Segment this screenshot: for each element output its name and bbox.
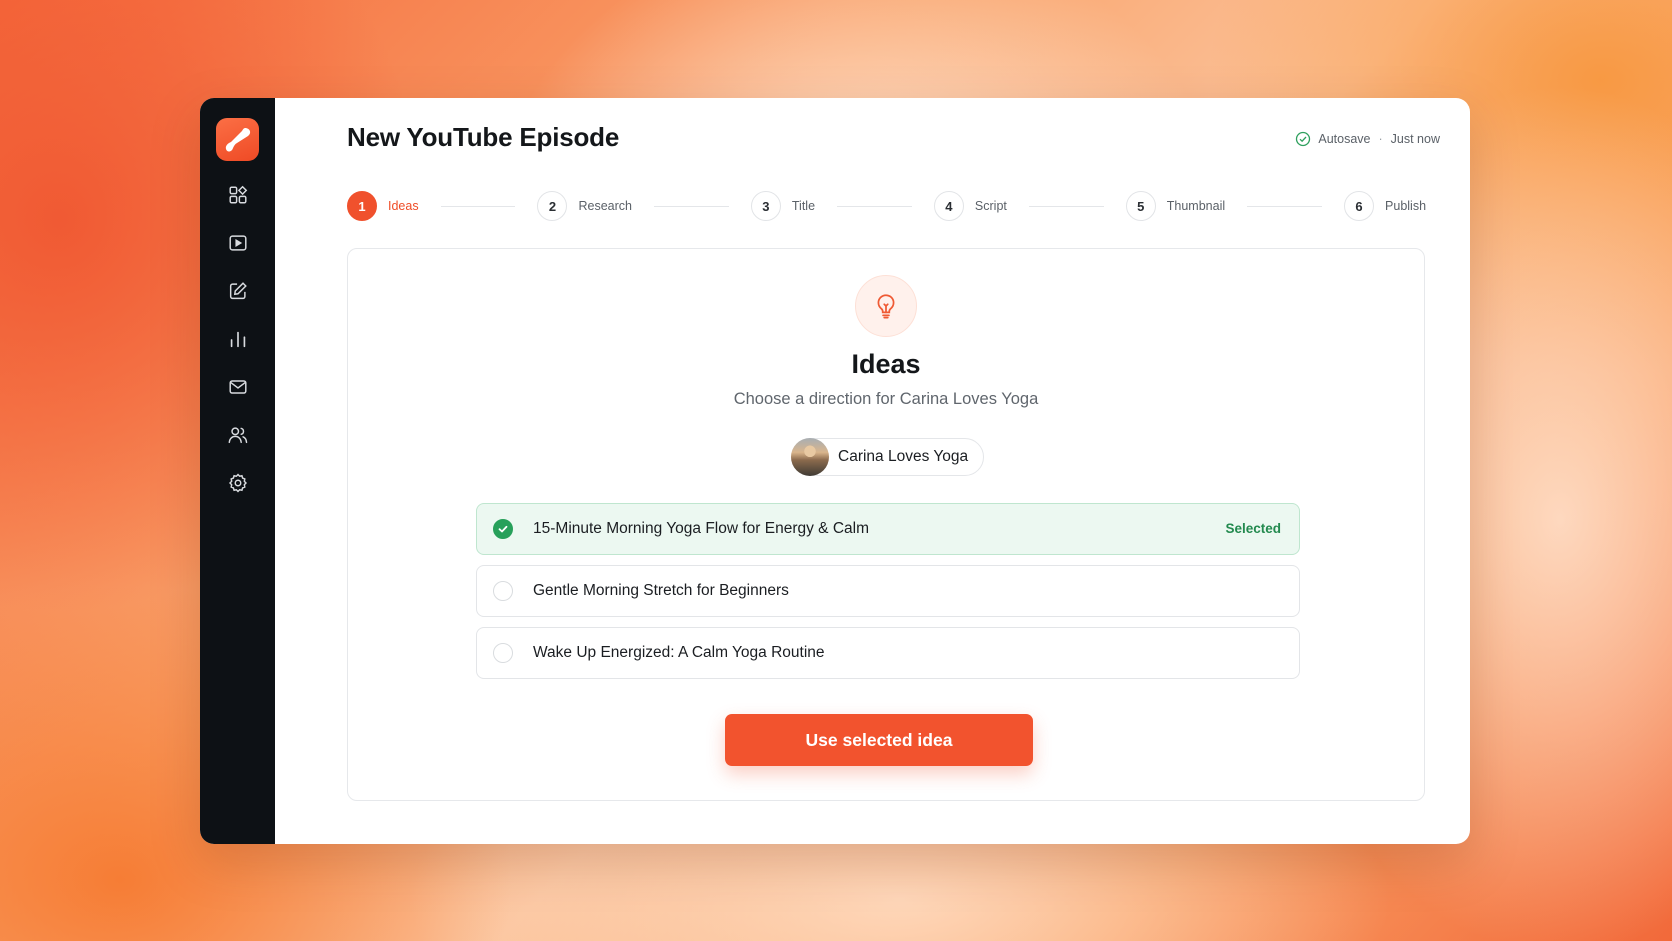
users-icon[interactable] — [223, 421, 253, 449]
step-number: 5 — [1125, 191, 1156, 221]
step-title[interactable]: 3 Title — [750, 191, 816, 221]
step-connector — [653, 205, 729, 207]
check-circle-icon — [1296, 131, 1311, 147]
checkmark-icon — [498, 525, 508, 533]
video-icon[interactable] — [223, 229, 253, 257]
step-number: 3 — [750, 191, 781, 221]
lightbulb-icon — [855, 275, 917, 337]
selected-badge: Selected — [1225, 521, 1281, 536]
idea-option[interactable]: Wake Up Energized: A Calm Yoga Routine — [476, 627, 1300, 679]
step-publish[interactable]: 6 Publish — [1344, 191, 1426, 221]
step-number: 6 — [1344, 191, 1375, 221]
avatar — [791, 438, 829, 476]
page-title: New YouTube Episode — [347, 122, 620, 152]
app-window: New YouTube Episode Autosave · Just now … — [200, 98, 1470, 844]
brand-logo-icon[interactable] — [216, 118, 259, 161]
idea-option[interactable]: 15-Minute Morning Yoga Flow for Energy &… — [476, 503, 1300, 555]
step-label: Ideas — [388, 199, 419, 213]
step-label: Publish — [1385, 199, 1427, 213]
step-connector — [1247, 205, 1323, 207]
step-number: 1 — [347, 191, 377, 221]
step-ideas[interactable]: 1 Ideas — [347, 191, 419, 221]
autosave-label: Autosave — [1318, 132, 1371, 146]
idea-list: 15-Minute Morning Yoga Flow for Energy &… — [476, 503, 1300, 689]
edit-icon[interactable] — [223, 277, 253, 305]
step-research[interactable]: 2 Research — [537, 191, 632, 221]
step-number: 4 — [933, 191, 964, 221]
autosave-time: Just now — [1390, 132, 1440, 146]
mail-icon[interactable] — [223, 373, 253, 401]
step-label: Research — [578, 199, 632, 213]
idea-text: Gentle Morning Stretch for Beginners — [533, 582, 789, 599]
radio-unchecked[interactable] — [493, 581, 513, 601]
step-thumbnail[interactable]: 5 Thumbnail — [1125, 191, 1226, 221]
step-connector — [440, 205, 516, 207]
step-connector — [837, 205, 912, 207]
analytics-icon[interactable] — [223, 325, 253, 353]
main-content: New YouTube Episode Autosave · Just now … — [275, 98, 1470, 844]
section-title: Ideas — [851, 349, 921, 379]
settings-icon[interactable] — [223, 469, 253, 497]
idea-text: 15-Minute Morning Yoga Flow for Energy &… — [533, 520, 869, 537]
ideas-card: Ideas Choose a direction for Carina Love… — [347, 248, 1425, 801]
idea-option[interactable]: Gentle Morning Stretch for Beginners — [476, 565, 1300, 617]
sidebar — [200, 98, 275, 844]
step-number: 2 — [537, 191, 568, 221]
use-selected-idea-button[interactable]: Use selected idea — [725, 714, 1033, 766]
section-subtitle: Choose a direction for Carina Loves Yoga — [733, 390, 1039, 408]
step-label: Title — [791, 199, 816, 213]
channel-name: Carina Loves Yoga — [838, 448, 969, 465]
step-connector — [1028, 205, 1104, 207]
stepper: 1 Ideas 2 Research 3 Title 4 Script 5 Th… — [347, 190, 1426, 222]
idea-text: Wake Up Energized: A Calm Yoga Routine — [533, 644, 825, 661]
autosave-status: Autosave · Just now — [1295, 131, 1440, 147]
step-script[interactable]: 4 Script — [933, 191, 1007, 221]
autosave-separator: · — [1378, 132, 1383, 146]
radio-unchecked[interactable] — [493, 643, 513, 663]
radio-checked[interactable] — [493, 519, 513, 539]
dashboard-icon[interactable] — [223, 181, 253, 209]
step-label: Script — [974, 199, 1007, 213]
step-label: Thumbnail — [1166, 199, 1226, 213]
channel-chip[interactable]: Carina Loves Yoga — [791, 438, 985, 476]
